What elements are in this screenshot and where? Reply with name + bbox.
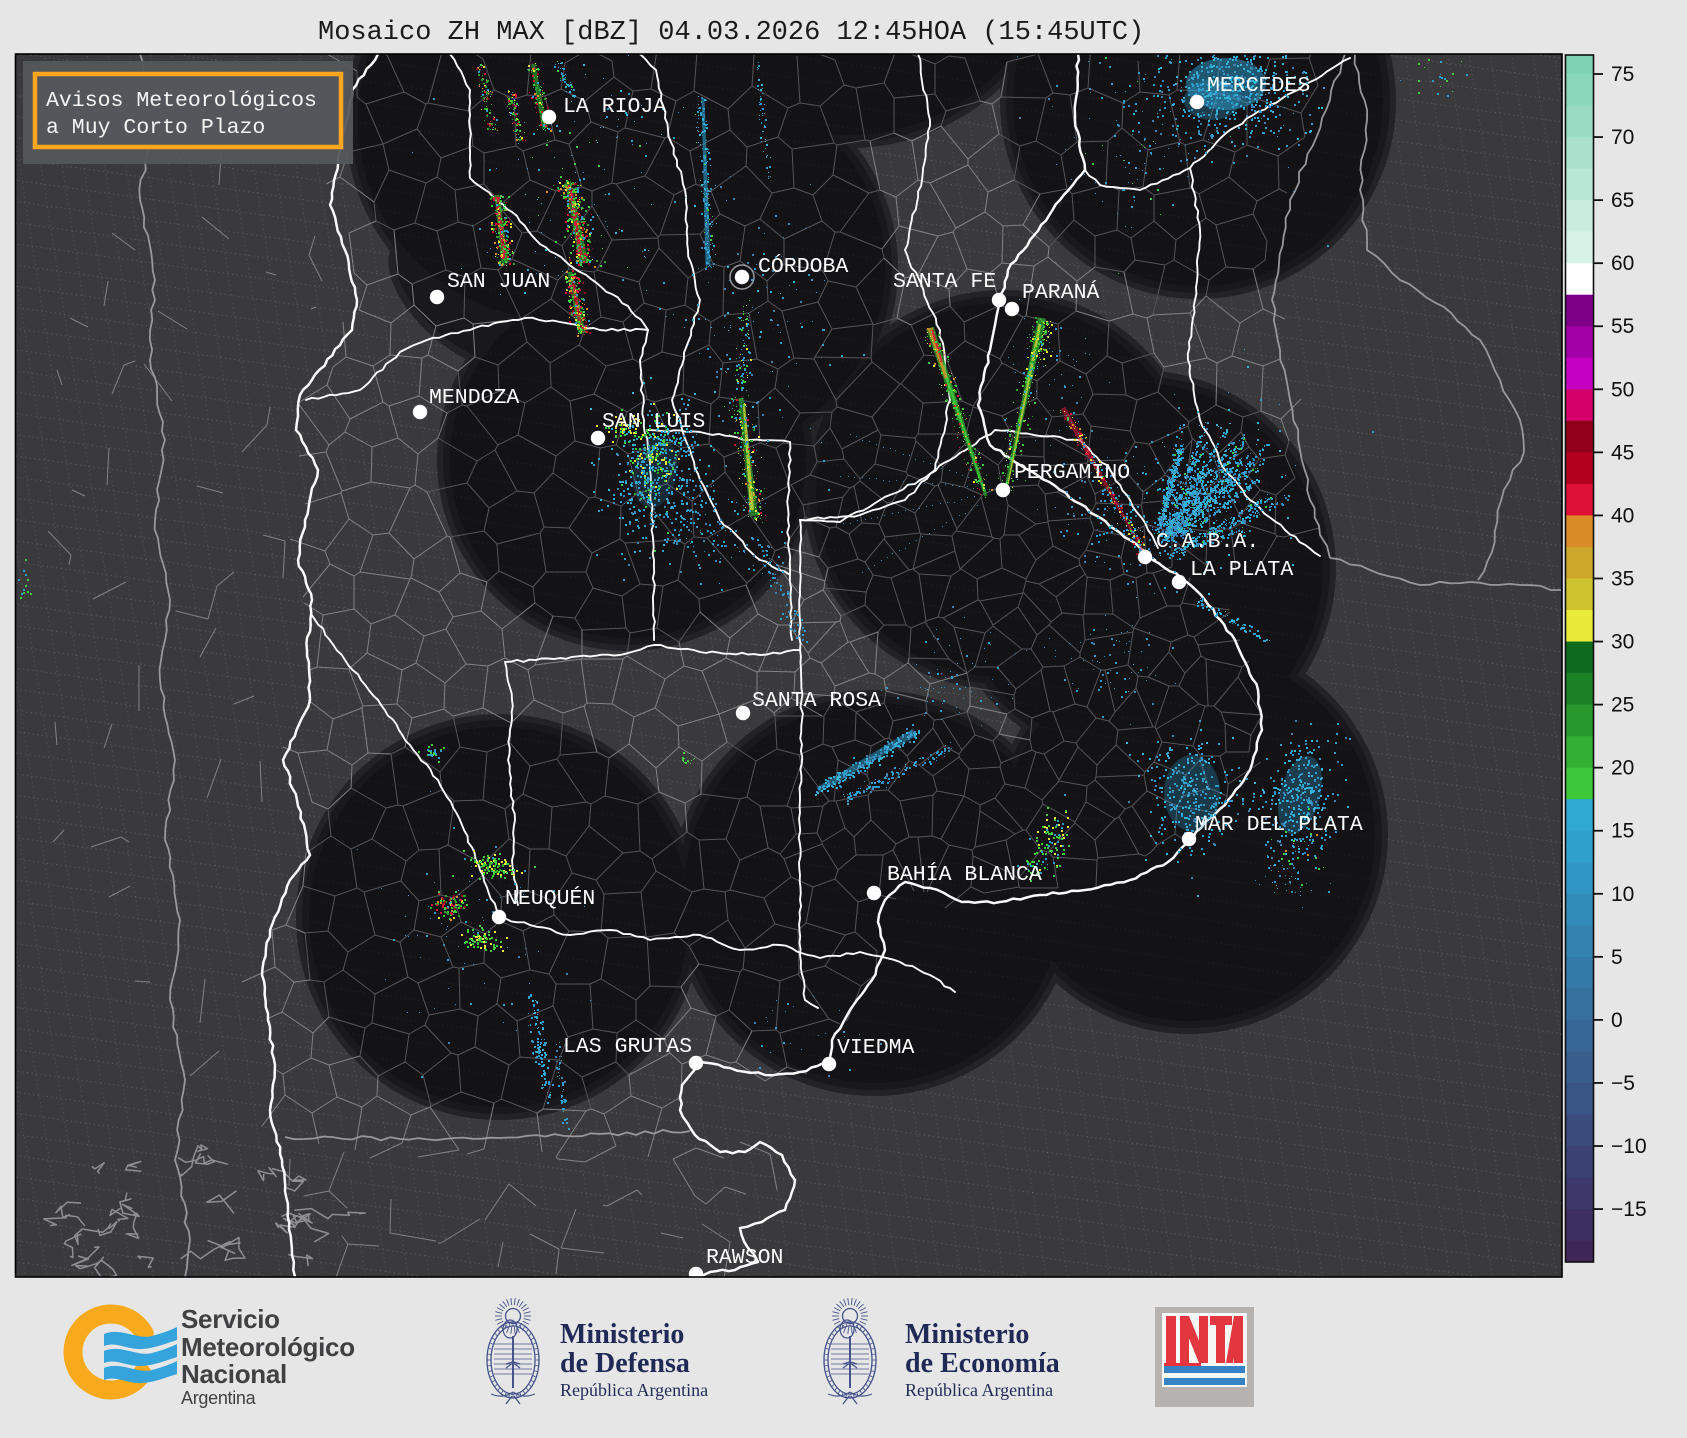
svg-text:25: 25 — [1611, 694, 1634, 717]
svg-text:República Argentina: República Argentina — [905, 1380, 1053, 1400]
svg-text:−5: −5 — [1611, 1072, 1635, 1095]
svg-text:30: 30 — [1611, 631, 1634, 654]
svg-text:60: 60 — [1611, 252, 1634, 275]
svg-text:de Defensa: de Defensa — [560, 1348, 690, 1379]
svg-text:Argentina: Argentina — [181, 1388, 257, 1408]
svg-text:50: 50 — [1611, 378, 1634, 401]
svg-text:MAR DEL PLATA: MAR DEL PLATA — [1195, 813, 1363, 837]
svg-text:LA PLATA: LA PLATA — [1190, 558, 1293, 582]
svg-text:Mosaico ZH MAX [dBZ] 04.03.202: Mosaico ZH MAX [dBZ] 04.03.2026 12:45HOA… — [318, 18, 1144, 48]
svg-text:VIEDMA: VIEDMA — [837, 1036, 915, 1060]
svg-text:0: 0 — [1611, 1009, 1623, 1032]
svg-text:40: 40 — [1611, 504, 1634, 527]
svg-text:20: 20 — [1611, 757, 1634, 780]
svg-text:PARANÁ: PARANÁ — [1022, 279, 1100, 305]
svg-text:República Argentina: República Argentina — [560, 1380, 708, 1400]
svg-text:Nacional: Nacional — [181, 1359, 287, 1389]
svg-text:RAWSON: RAWSON — [706, 1246, 783, 1270]
svg-text:35: 35 — [1611, 568, 1634, 591]
svg-text:de Economía: de Economía — [905, 1348, 1060, 1379]
svg-text:5: 5 — [1611, 946, 1623, 969]
svg-text:−15: −15 — [1611, 1198, 1647, 1221]
svg-text:MERCEDES: MERCEDES — [1207, 74, 1310, 98]
svg-text:a Muy Corto Plazo: a Muy Corto Plazo — [46, 116, 265, 140]
svg-text:BAHÍA BLANCA: BAHÍA BLANCA — [887, 861, 1042, 887]
svg-text:LAS GRUTAS: LAS GRUTAS — [563, 1035, 692, 1059]
svg-text:65: 65 — [1611, 189, 1634, 212]
svg-text:SAN LUIS: SAN LUIS — [602, 410, 705, 434]
svg-text:55: 55 — [1611, 315, 1634, 338]
svg-text:Avisos Meteorológicos: Avisos Meteorológicos — [46, 89, 317, 113]
svg-text:CÓRDOBA: CÓRDOBA — [758, 253, 848, 279]
svg-text:LA RIOJA: LA RIOJA — [563, 95, 666, 119]
svg-text:Ministerio: Ministerio — [560, 1319, 684, 1350]
svg-text:10: 10 — [1611, 883, 1634, 906]
svg-text:15: 15 — [1611, 820, 1634, 843]
svg-text:−10: −10 — [1611, 1135, 1647, 1158]
svg-text:MENDOZA: MENDOZA — [429, 386, 519, 410]
svg-text:Meteorológico: Meteorológico — [181, 1332, 355, 1362]
svg-text:Servicio: Servicio — [181, 1304, 280, 1334]
svg-text:NEUQUÉN: NEUQUÉN — [505, 885, 595, 911]
svg-text:Ministerio: Ministerio — [905, 1319, 1029, 1350]
svg-text:70: 70 — [1611, 126, 1634, 149]
svg-text:75: 75 — [1611, 63, 1634, 86]
svg-text:PERGAMINO: PERGAMINO — [1014, 461, 1130, 485]
svg-text:SANTA FE: SANTA FE — [893, 270, 996, 294]
svg-text:SANTA ROSA: SANTA ROSA — [752, 689, 881, 713]
svg-text:C.A.B.A.: C.A.B.A. — [1156, 530, 1259, 554]
svg-text:SAN JUAN: SAN JUAN — [447, 270, 550, 294]
svg-text:45: 45 — [1611, 441, 1634, 464]
